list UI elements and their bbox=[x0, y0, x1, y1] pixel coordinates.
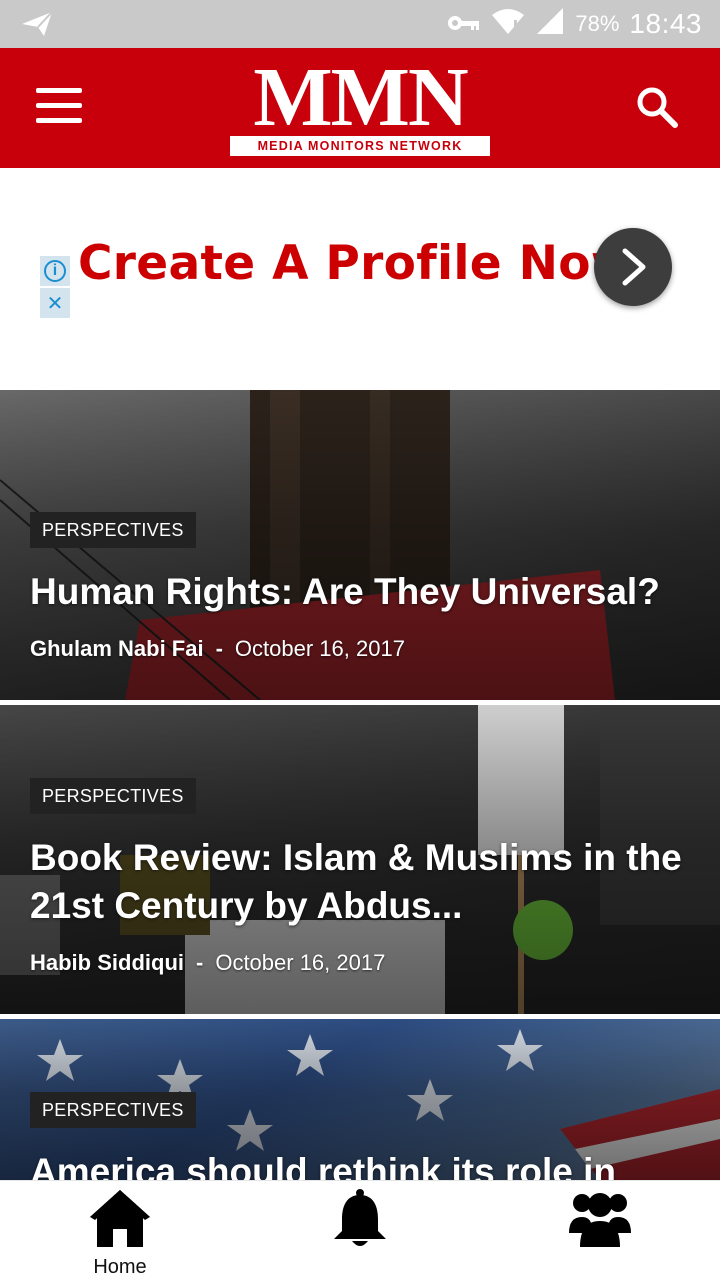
wifi-icon bbox=[491, 7, 525, 42]
nav-home[interactable]: Home bbox=[60, 1187, 180, 1279]
app-bar: MMN MEDIA MONITORS NETWORK bbox=[0, 48, 720, 168]
bell-icon bbox=[334, 1189, 386, 1246]
category-badge[interactable]: PERSPECTIVES bbox=[30, 1092, 196, 1128]
bottom-navigation: Home bbox=[0, 1180, 720, 1280]
ad-choices[interactable]: i ✕ bbox=[40, 256, 70, 320]
logo-subtitle: MEDIA MONITORS NETWORK bbox=[230, 136, 490, 156]
ad-arrow-button[interactable] bbox=[594, 228, 672, 306]
home-icon bbox=[90, 1190, 150, 1247]
status-right: 78% 18:43 bbox=[447, 0, 702, 48]
ad-headline[interactable]: Create A Profile Now bbox=[78, 236, 635, 291]
article-title[interactable]: Human Rights: Are They Universal? bbox=[30, 568, 690, 616]
ad-banner[interactable]: i ✕ Create A Profile Now bbox=[0, 168, 720, 390]
hamburger-menu-icon[interactable] bbox=[36, 88, 84, 128]
clock-time: 18:43 bbox=[629, 8, 702, 39]
logo-text: MMN bbox=[253, 51, 468, 144]
article-title[interactable]: America should rethink its role in bbox=[30, 1148, 690, 1180]
users-icon bbox=[569, 1193, 631, 1247]
ad-close-icon[interactable]: ✕ bbox=[40, 288, 70, 318]
article-meta: Habib Siddiqui - October 16, 2017 bbox=[30, 950, 385, 976]
meta-separator: - bbox=[215, 636, 223, 661]
nav-home-label: Home bbox=[93, 1256, 147, 1278]
app-logo[interactable]: MMN MEDIA MONITORS NETWORK bbox=[230, 51, 490, 156]
article-meta: Ghulam Nabi Fai - October 16, 2017 bbox=[30, 636, 405, 662]
nav-notifications[interactable] bbox=[300, 1187, 420, 1254]
article-card[interactable]: PERSPECTIVES Human Rights: Are They Univ… bbox=[0, 390, 720, 700]
article-author[interactable]: Ghulam Nabi Fai bbox=[30, 636, 204, 661]
category-badge[interactable]: PERSPECTIVES bbox=[30, 512, 196, 548]
nav-community[interactable] bbox=[540, 1187, 660, 1254]
status-bar: 78% 18:43 bbox=[0, 0, 720, 48]
meta-separator: - bbox=[196, 950, 204, 975]
article-author[interactable]: Habib Siddiqui bbox=[30, 950, 184, 975]
chevron-right-icon bbox=[622, 248, 646, 286]
key-icon bbox=[447, 9, 481, 40]
search-icon[interactable] bbox=[634, 84, 680, 130]
article-date: October 16, 2017 bbox=[215, 950, 386, 975]
category-badge[interactable]: PERSPECTIVES bbox=[30, 778, 196, 814]
ad-info-icon[interactable]: i bbox=[40, 256, 70, 286]
article-card[interactable]: PERSPECTIVES America should rethink its … bbox=[0, 1019, 720, 1180]
send-icon bbox=[20, 10, 54, 43]
article-card[interactable]: PERSPECTIVES Book Review: Islam & Muslim… bbox=[0, 705, 720, 1014]
battery-percentage: 78% bbox=[575, 11, 620, 36]
article-date: October 16, 2017 bbox=[234, 636, 405, 661]
signal-icon bbox=[535, 7, 565, 42]
article-title[interactable]: Book Review: Islam & Muslims in the 21st… bbox=[30, 834, 690, 930]
